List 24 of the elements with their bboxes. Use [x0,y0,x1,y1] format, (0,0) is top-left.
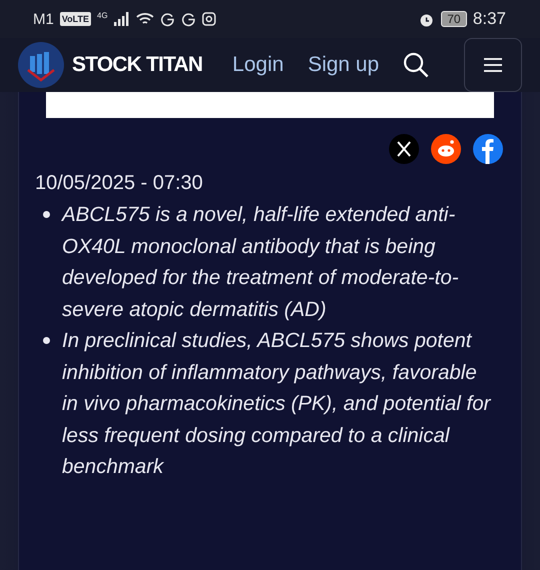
x-logo-icon[interactable] [389,134,419,164]
clock-time: 8:37 [472,9,506,29]
bullet-text: In preclinical studies, ABCL575 shows potent inhibition of inflammatory pathways, favorable in vivo pharmacokinetics (PK), and potential for less frequent dosing compared to a clinical benchmark [62,328,492,480]
reddit-logo-icon[interactable] [431,134,461,164]
facebook-logo-icon[interactable] [473,134,503,164]
bullet-icon [43,211,50,218]
brand-name[interactable]: STOCK TITAN [72,53,202,77]
camera-icon [202,12,216,26]
search-icon[interactable] [403,52,430,78]
signal-icon [114,12,130,26]
carrier-name: M1 [33,10,54,28]
wifi-icon [136,12,154,26]
article-date: 10/05/2025 - 07:30 [35,172,204,195]
app-notification-icon [180,12,196,26]
bullet-text: ABCL575 is a novel, half-life extended anti-OX40L monoclonal antibody that is being developed for the treatment of moderate-to-severe atopic dermatitis (AD) [62,202,460,322]
battery-indicator: 70 [440,11,467,27]
network-type: 4G [97,11,108,20]
volte-badge: VoLTE [60,12,92,26]
nav-link[interactable]: Login [232,53,284,77]
app-notification-icon [160,12,175,26]
bullet-icon [43,337,50,344]
nav-link[interactable]: Sign up [308,53,380,77]
menu-icon [484,58,502,72]
logo-icon[interactable] [18,42,64,88]
